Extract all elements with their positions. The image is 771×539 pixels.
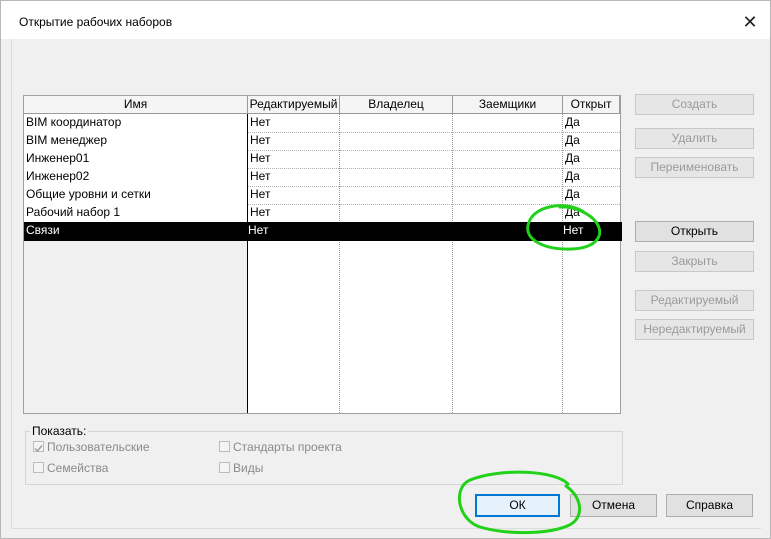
- annotation-layer: [458, 204, 602, 535]
- annotation-circle-open-cell: [526, 204, 602, 251]
- annotation-circle-ok-button: [458, 470, 582, 535]
